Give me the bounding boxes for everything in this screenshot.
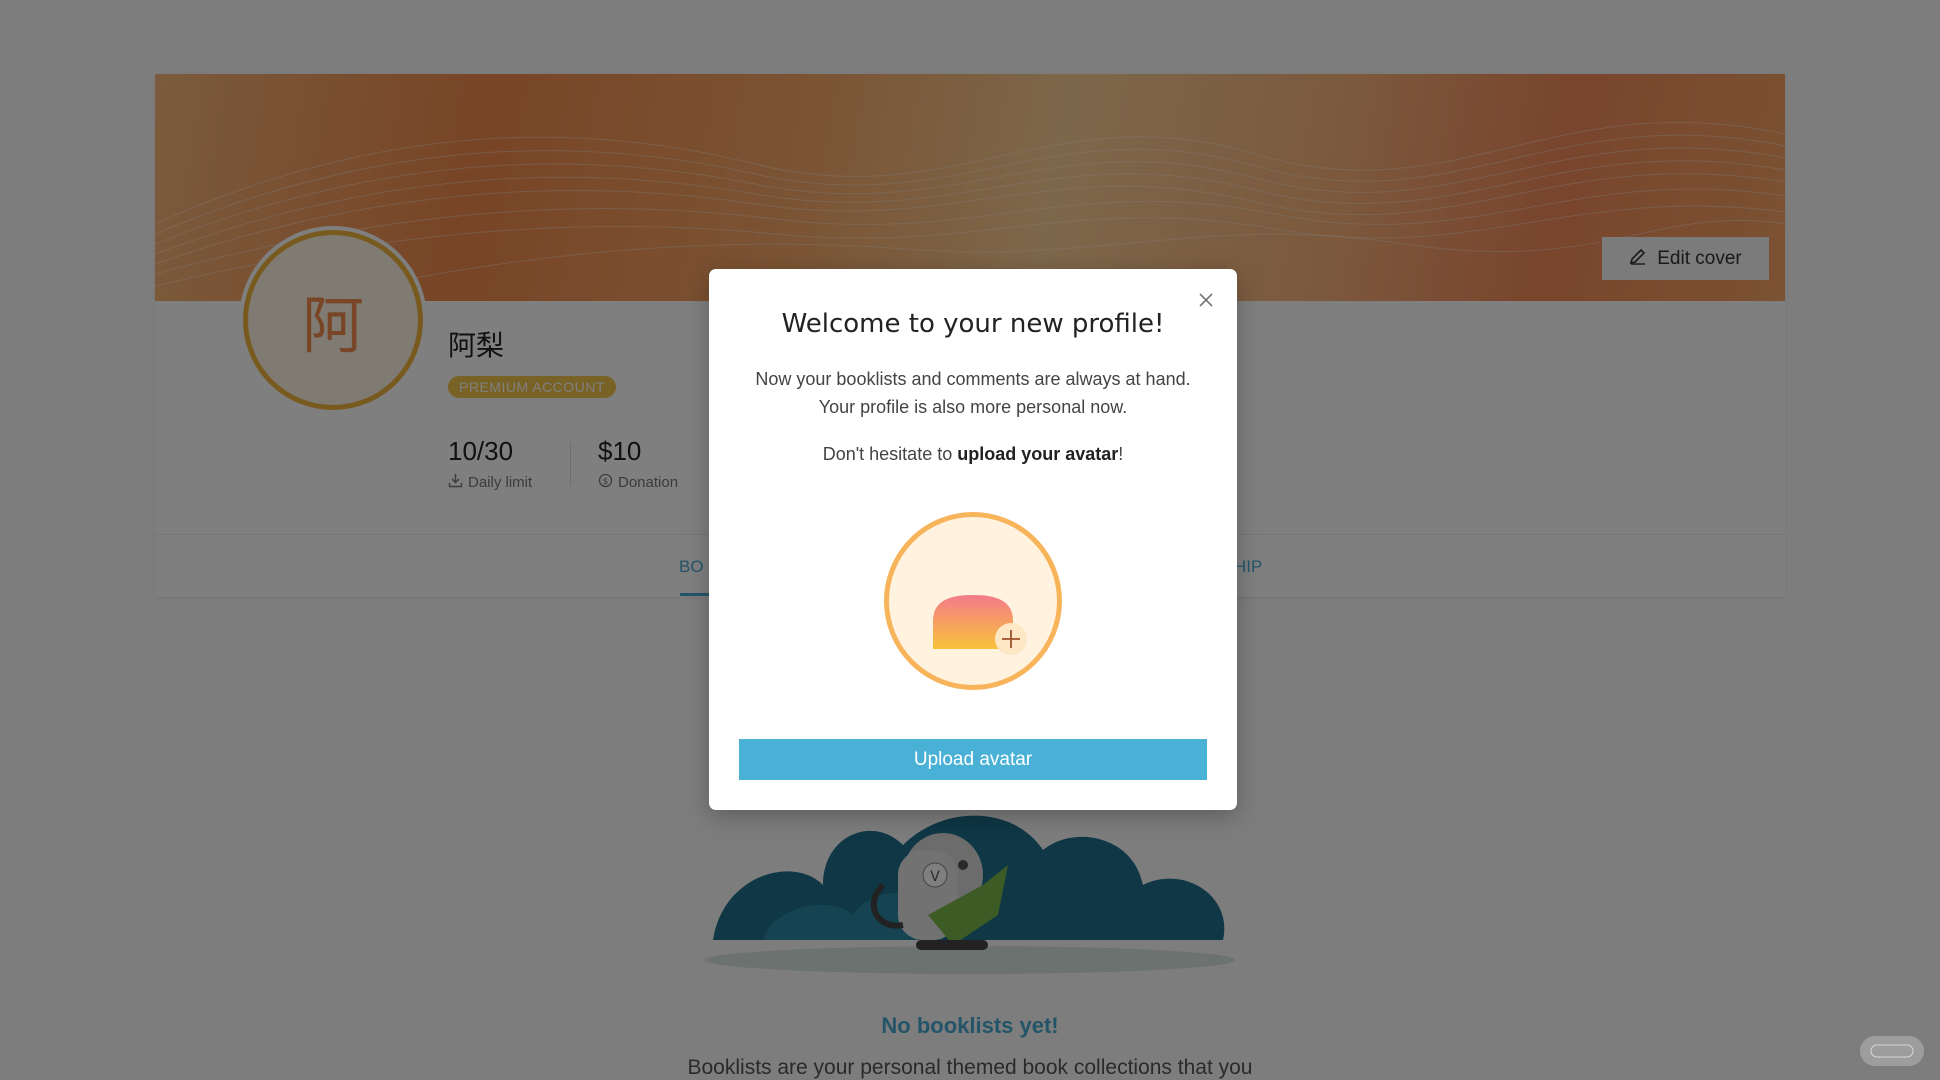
modal-description: Now your booklists and comments are alwa… (755, 369, 1191, 417)
upload-hint-emphasis: upload your avatar (957, 444, 1119, 464)
avatar-upload-area[interactable] (884, 512, 1062, 690)
upload-hint-prefix: Don't hesitate to (822, 444, 958, 464)
welcome-modal: Welcome to your new profile! Now your bo… (709, 269, 1237, 810)
avatar-placeholder-icon (933, 595, 1027, 655)
upload-hint-suffix: ! (1118, 444, 1124, 464)
modal-title: Welcome to your new profile! (781, 309, 1165, 339)
watermark-logo (1860, 1036, 1924, 1066)
close-button[interactable] (1195, 289, 1217, 311)
upload-avatar-button[interactable]: Upload avatar (739, 739, 1207, 780)
modal-upload-hint: Don't hesitate to upload your avatar! (709, 444, 1237, 465)
